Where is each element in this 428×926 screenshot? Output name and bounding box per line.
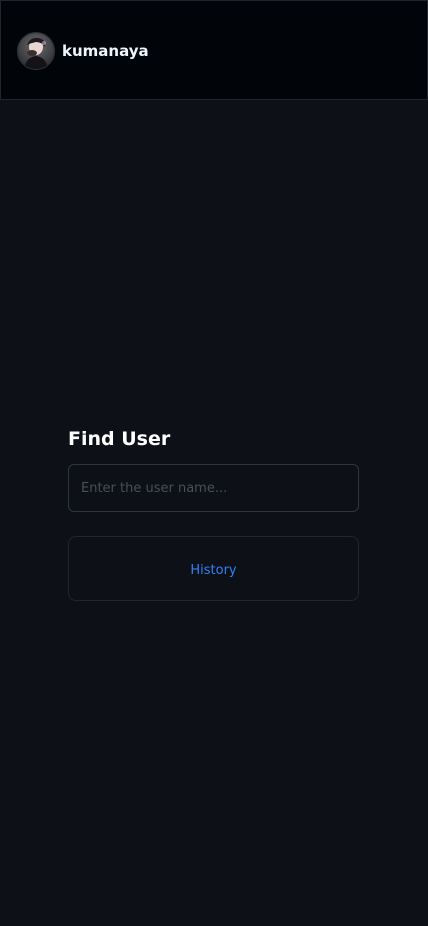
user-search-input[interactable] bbox=[68, 464, 359, 512]
page-title: Find User bbox=[68, 428, 171, 450]
top-header: kumanaya bbox=[0, 0, 428, 100]
avatar-photo-icon bbox=[18, 33, 54, 69]
avatar[interactable] bbox=[17, 32, 55, 70]
username-label: kumanaya bbox=[62, 42, 149, 60]
history-button[interactable]: History bbox=[68, 536, 359, 601]
